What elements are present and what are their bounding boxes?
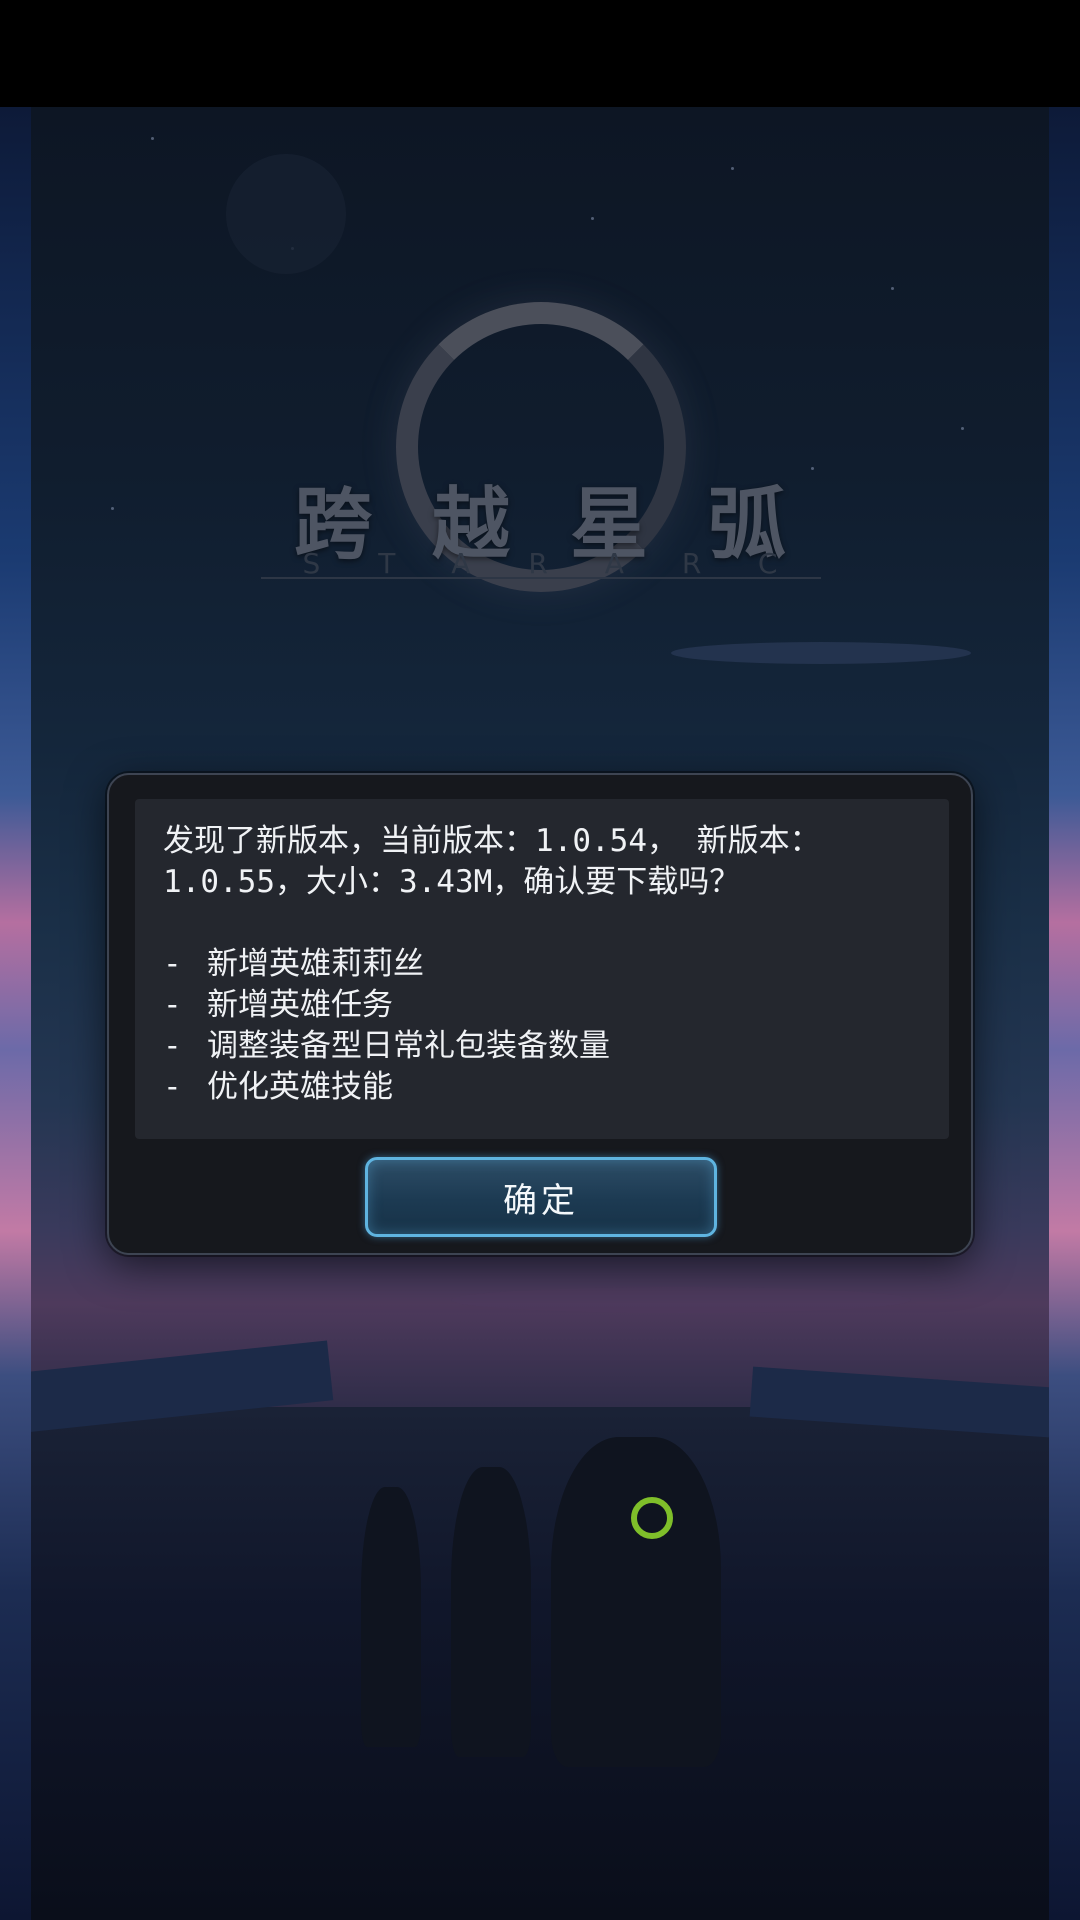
- hero-silhouette: [451, 1467, 531, 1757]
- changelog-list: - 新增英雄莉莉丝 - 新增英雄任务 - 调整装备型日常礼包装备数量 - 优化英雄技能: [163, 944, 921, 1108]
- moon-shape: [226, 154, 346, 274]
- update-message: 发现了新版本，当前版本：1.0.54， 新版本：1.0.55，大小：3.43M，…: [163, 823, 821, 900]
- star: [891, 287, 894, 290]
- hero-silhouette: [551, 1437, 721, 1767]
- cloud: [451, 1287, 911, 1313]
- star: [961, 427, 964, 430]
- changelog-item: - 调整装备型日常礼包装备数量: [163, 1028, 610, 1064]
- update-message-box: 发现了新版本，当前版本：1.0.54， 新版本：1.0.55，大小：3.43M，…: [135, 799, 949, 1139]
- ground-rocks: [31, 1407, 1049, 1920]
- star: [151, 137, 154, 140]
- cloud: [671, 642, 971, 664]
- star: [591, 217, 594, 220]
- changelog-item: - 新增英雄任务: [163, 987, 393, 1023]
- star: [731, 167, 734, 170]
- hero-silhouette: [361, 1487, 421, 1747]
- game-logo-subtitle: STARARC: [302, 547, 836, 580]
- changelog-item: - 新增英雄莉莉丝: [163, 946, 424, 982]
- hero-emblem: [631, 1497, 673, 1539]
- update-dialog: 发现了新版本，当前版本：1.0.54， 新版本：1.0.55，大小：3.43M，…: [107, 773, 973, 1255]
- status-bar: [0, 0, 1080, 107]
- confirm-button[interactable]: 确定: [365, 1157, 717, 1237]
- changelog-item: - 优化英雄技能: [163, 1069, 393, 1105]
